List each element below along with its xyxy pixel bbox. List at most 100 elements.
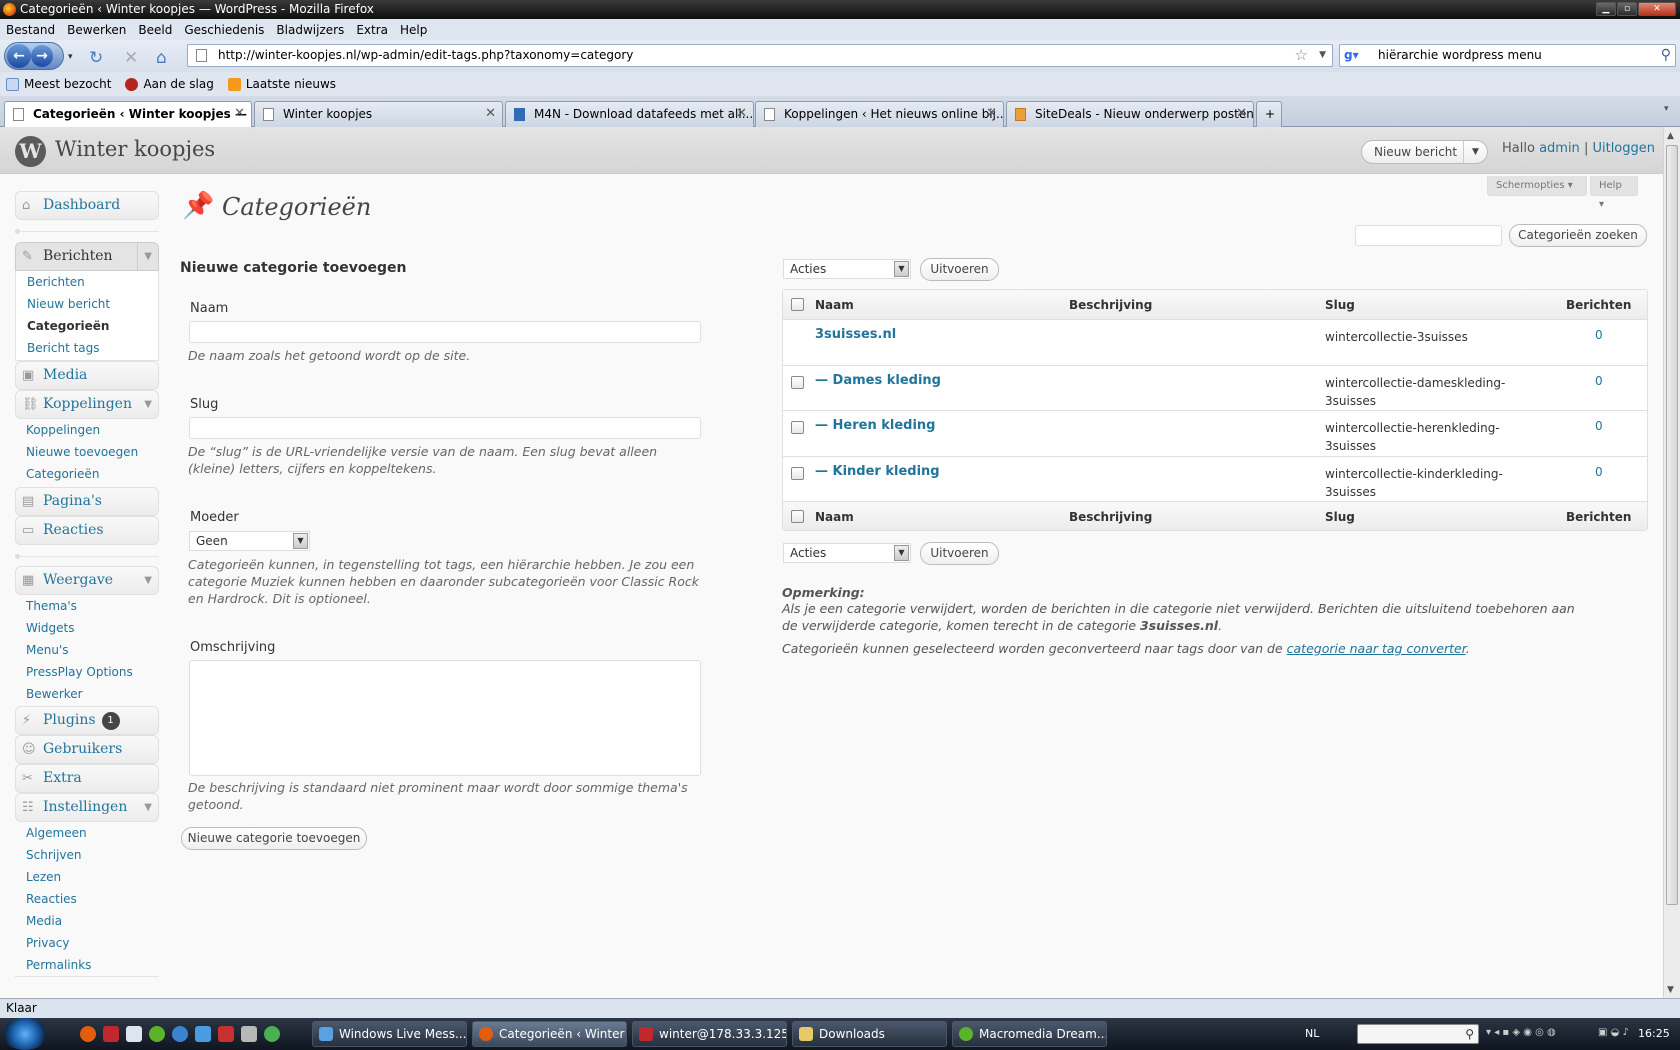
logout-link[interactable]: Uitloggen <box>1592 141 1655 156</box>
task-windows-live-messenger[interactable]: Windows Live Mess... <box>312 1021 467 1047</box>
submenu-pressplay-options[interactable]: PressPlay Options <box>15 661 159 683</box>
stop-icon[interactable]: ✕ <box>124 48 138 68</box>
parent-select[interactable]: Geen ▼ <box>189 531 310 551</box>
category-name-link[interactable]: 3suisses.nl <box>815 327 896 342</box>
sidebar-item-links[interactable]: ⛓ Koppelingen ▼ <box>15 390 159 419</box>
ie-quicklaunch-icon[interactable] <box>172 1026 188 1042</box>
scroll-thumb[interactable] <box>1666 145 1678 905</box>
sidebar-item-posts[interactable]: ✎ Berichten ▼ <box>15 242 159 271</box>
close-tab-icon[interactable]: ✕ <box>736 102 747 126</box>
forward-icon[interactable]: → <box>31 45 53 67</box>
screen-options-button[interactable]: Schermopties ▾ <box>1487 176 1587 196</box>
language-indicator[interactable]: NL <box>1305 1027 1319 1040</box>
submenu-widgets[interactable]: Widgets <box>15 617 159 639</box>
messenger-quicklaunch-icon[interactable] <box>195 1026 211 1042</box>
column-name-footer[interactable]: Naam <box>815 510 854 524</box>
close-tab-icon[interactable]: ✕ <box>1236 102 1247 126</box>
bookmark-star-icon[interactable]: ☆ <box>1295 45 1308 66</box>
row-checkbox[interactable] <box>791 467 804 480</box>
url-dropdown-icon[interactable]: ▼ <box>1319 45 1326 66</box>
apply-bulk-button-top[interactable]: Uitvoeren <box>920 258 999 281</box>
tray-icons[interactable]: ▾ ◂ ▪ ◈ ◉ ◎ ◍ <box>1486 1027 1556 1038</box>
select-all-checkbox-footer[interactable] <box>791 510 804 523</box>
category-description-textarea[interactable] <box>189 660 701 776</box>
column-description[interactable]: Beschrijving <box>1069 298 1152 312</box>
bulk-actions-select-top[interactable]: Acties ▼ <box>783 259 911 279</box>
filezilla-quicklaunch-icon[interactable] <box>103 1026 119 1042</box>
search-bar[interactable]: g▾ hiërarchie wordpress menu ⚲ <box>1339 44 1676 67</box>
column-slug[interactable]: Slug <box>1325 298 1355 312</box>
new-tab-button[interactable]: + <box>1256 101 1282 127</box>
tab-sitedeals[interactable]: SiteDeals - Nieuw onderwerp posten ✕ <box>1006 101 1254 127</box>
sidebar-item-appearance[interactable]: ▦ Weergave ▼ <box>15 566 159 595</box>
menu-geschiedenis[interactable]: Geschiedenis <box>184 23 264 37</box>
maximize-button[interactable]: ▫ <box>1617 2 1637 16</box>
submenu-reading[interactable]: Lezen <box>15 866 159 888</box>
submenu-posts[interactable]: Berichten <box>16 271 158 293</box>
task-firefox[interactable]: Categorieën ‹ Winter ... <box>472 1021 627 1047</box>
submenu-themes[interactable]: Thema's <box>15 595 159 617</box>
close-window-button[interactable]: ✕ <box>1638 2 1676 16</box>
category-count-link[interactable]: 0 <box>1595 328 1603 342</box>
app-quicklaunch-icon[interactable] <box>218 1026 234 1042</box>
chrome-quicklaunch-icon[interactable] <box>264 1026 280 1042</box>
dropdown-arrow-icon[interactable]: ▼ <box>1463 141 1487 163</box>
menu-toggle-icon[interactable]: ▼ <box>137 243 152 270</box>
system-tray-icons[interactable]: ▣ ◒ ♪ <box>1598 1027 1629 1038</box>
tab-list-icon[interactable]: ▾ <box>1664 104 1669 114</box>
category-name-input[interactable] <box>189 321 701 343</box>
menu-bestand[interactable]: Bestand <box>6 23 55 37</box>
home-icon[interactable]: ⌂ <box>156 48 167 68</box>
url-bar[interactable]: http://winter-koopjes.nl/wp-admin/edit-t… <box>187 44 1333 67</box>
back-icon[interactable]: ← <box>7 44 31 68</box>
menu-toggle-icon[interactable]: ▼ <box>144 567 152 594</box>
submenu-add-link[interactable]: Nieuwe toevoegen <box>15 441 159 463</box>
tab-winter-koopjes[interactable]: Winter koopjes ✕ <box>254 101 503 127</box>
search-categories-button[interactable]: Categorieën zoeken <box>1509 224 1647 247</box>
site-name[interactable]: Winter koopjes <box>55 137 215 161</box>
bookmark-aan-de-slag[interactable]: Aan de slag <box>125 77 214 91</box>
submenu-editor[interactable]: Bewerker <box>15 683 159 705</box>
google-desktop-search[interactable]: ⚲ <box>1357 1024 1479 1044</box>
column-posts[interactable]: Berichten <box>1566 298 1631 312</box>
submenu-new-post[interactable]: Nieuw bericht <box>16 293 158 315</box>
tab-categorieen[interactable]: Categorieën ‹ Winter koopjes — W... ✕ <box>4 101 252 128</box>
submenu-post-tags[interactable]: Bericht tags <box>16 337 158 359</box>
add-category-button[interactable]: Nieuwe categorie toevoegen <box>181 827 367 850</box>
submenu-privacy[interactable]: Privacy <box>15 932 159 954</box>
help-button[interactable]: Help ▾ <box>1590 176 1638 210</box>
sidebar-item-users[interactable]: ☺ Gebruikers <box>15 735 159 764</box>
user-link[interactable]: admin <box>1539 141 1580 156</box>
scroll-up-icon[interactable]: ▲ <box>1667 131 1674 141</box>
scroll-down-icon[interactable]: ▼ <box>1667 985 1674 995</box>
apply-bulk-button-bottom[interactable]: Uitvoeren <box>920 542 999 565</box>
dreamweaver-quicklaunch-icon[interactable] <box>149 1026 165 1042</box>
sidebar-item-media[interactable]: ▣ Media <box>15 361 159 390</box>
start-button[interactable] <box>2 1018 48 1050</box>
close-tab-icon[interactable]: ✕ <box>234 102 245 126</box>
category-search-input[interactable] <box>1355 225 1502 246</box>
category-name-link[interactable]: — Kinder kleding <box>815 464 940 479</box>
vertical-scrollbar[interactable]: ▲ ▼ <box>1663 127 1680 998</box>
column-posts-footer[interactable]: Berichten <box>1566 510 1631 524</box>
select-all-checkbox[interactable] <box>791 298 804 311</box>
category-count-link[interactable]: 0 <box>1595 419 1603 433</box>
submenu-permalinks[interactable]: Permalinks <box>15 954 159 976</box>
submenu-writing[interactable]: Schrijven <box>15 844 159 866</box>
sidebar-item-dashboard[interactable]: ⌂ Dashboard <box>15 191 159 220</box>
submenu-links[interactable]: Koppelingen <box>15 419 159 441</box>
history-dropdown-icon[interactable]: ▾ <box>68 52 73 62</box>
mail-quicklaunch-icon[interactable] <box>126 1026 142 1042</box>
close-tab-icon[interactable]: ✕ <box>485 102 496 126</box>
favorite-actions-button[interactable]: Nieuw bericht ▼ <box>1361 140 1488 164</box>
google-icon[interactable]: g▾ <box>1344 48 1360 63</box>
close-tab-icon[interactable]: ✕ <box>986 102 997 126</box>
sidebar-item-plugins[interactable]: ⚡ Plugins 1 <box>15 706 159 735</box>
task-downloads[interactable]: Downloads <box>792 1021 947 1047</box>
minimize-button[interactable]: ▁ <box>1596 2 1616 16</box>
category-count-link[interactable]: 0 <box>1595 465 1603 479</box>
search-icon[interactable]: ⚲ <box>1661 45 1671 66</box>
menu-beeld[interactable]: Beeld <box>138 23 172 37</box>
bookmark-laatste-nieuws[interactable]: Laatste nieuws <box>227 77 336 91</box>
submenu-menus[interactable]: Menu's <box>15 639 159 661</box>
